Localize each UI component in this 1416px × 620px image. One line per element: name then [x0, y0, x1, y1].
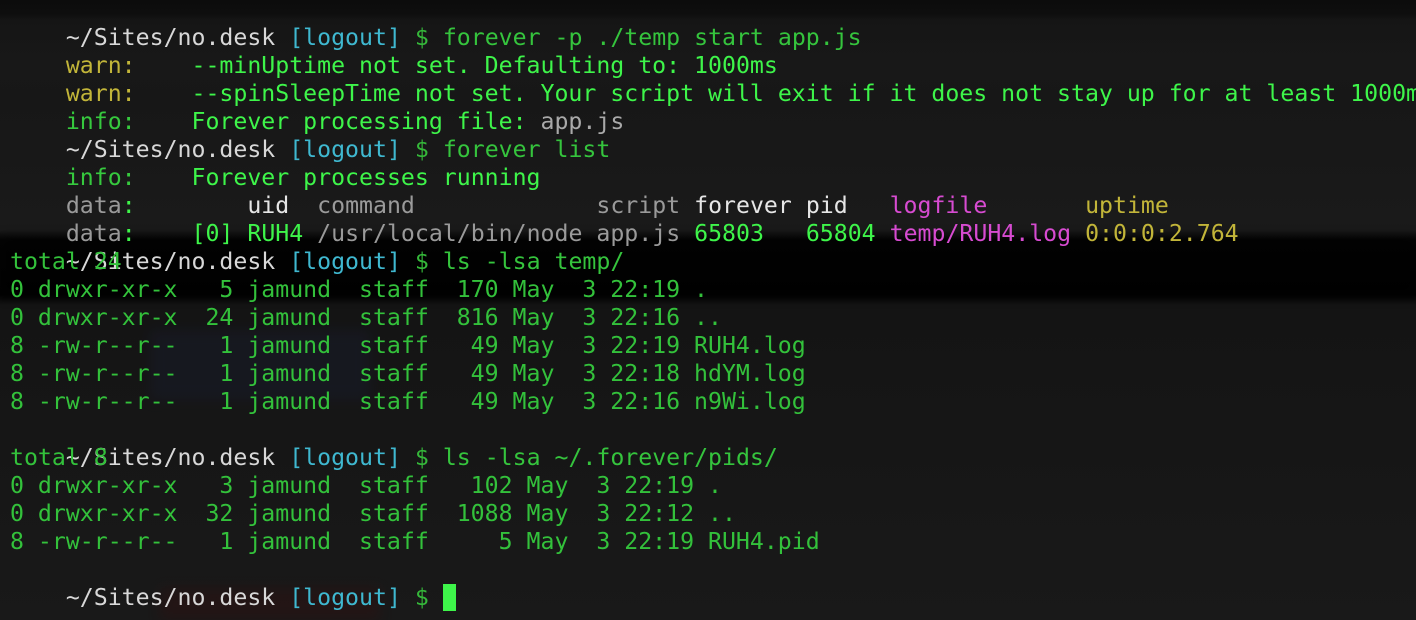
process-table-row: data: [0] RUH4 /usr/local/bin/node app.j…: [65, 220, 1239, 247]
prompt-branch: [logout]: [289, 584, 401, 611]
log-line-warn: warn: --spinSleepTime not set. Your scri…: [10, 52, 1416, 107]
process-table-header: data: uid command script forever pid log…: [65, 192, 1169, 219]
prompt-branch: [logout]: [289, 444, 401, 471]
terminal-line-prompt-list: ~/Sites/no.desk [logout] $ forever list: [10, 108, 611, 163]
command-text: ls -lsa ~/.forever/pids/: [442, 444, 778, 471]
ls-row: 8 -rw-r--r-- 1 jamund staff 49 May 3 22:…: [10, 332, 806, 359]
process-forever-pid: 65803: [694, 220, 764, 247]
ls-row: 0 drwxr-xr-x 32 jamund staff 1088 May 3 …: [10, 500, 736, 527]
log-line-info: info: Forever processes running: [10, 136, 541, 191]
prompt-branch: [logout]: [289, 248, 401, 275]
ls-row: 0 drwxr-xr-x 3 jamund staff 102 May 3 22…: [10, 472, 722, 499]
log-line-warn: warn: --minUptime not set. Defaulting to…: [10, 24, 778, 79]
prompt-symbol: $: [414, 584, 429, 611]
command-text: ls -lsa temp/: [442, 248, 625, 275]
process-uptime: 0:0:0:2.764: [1085, 220, 1239, 247]
prompt-path: ~/Sites/no.desk: [65, 584, 276, 611]
ls-row: 8 -rw-r--r-- 1 jamund staff 49 May 3 22:…: [10, 360, 806, 387]
terminal-line-prompt-start: ~/Sites/no.desk [logout] $ forever -p ./…: [10, 0, 862, 51]
terminal-window[interactable]: ~/Sites/no.desk [logout] $ forever -p ./…: [0, 0, 1416, 620]
process-logfile: temp/RUH4.log: [889, 220, 1072, 247]
terminal-line-current-prompt[interactable]: ~/Sites/no.desk [logout] $: [10, 556, 456, 611]
ls-total: total 24: [10, 248, 122, 275]
prompt-symbol: $: [414, 444, 429, 471]
ls-row: 0 drwxr-xr-x 5 jamund staff 170 May 3 22…: [10, 276, 709, 303]
ls-row: 0 drwxr-xr-x 24 jamund staff 816 May 3 2…: [10, 304, 722, 331]
text-cursor[interactable]: [442, 584, 456, 611]
log-line-info: info: Forever processing file: app.js: [10, 80, 624, 135]
ls-total: total 8: [10, 444, 108, 471]
terminal-line-prompt-ls-pids: ~/Sites/no.desk [logout] $ ls -lsa ~/.fo…: [10, 416, 778, 471]
ls-row: 8 -rw-r--r-- 1 jamund staff 49 May 3 22:…: [10, 388, 806, 415]
terminal-line-prompt-ls-temp: ~/Sites/no.desk [logout] $ ls -lsa temp/: [10, 220, 624, 275]
ls-row: 8 -rw-r--r-- 1 jamund staff 5 May 3 22:1…: [10, 528, 820, 555]
process-pid: 65804: [805, 220, 876, 247]
prompt-symbol: $: [414, 248, 429, 275]
